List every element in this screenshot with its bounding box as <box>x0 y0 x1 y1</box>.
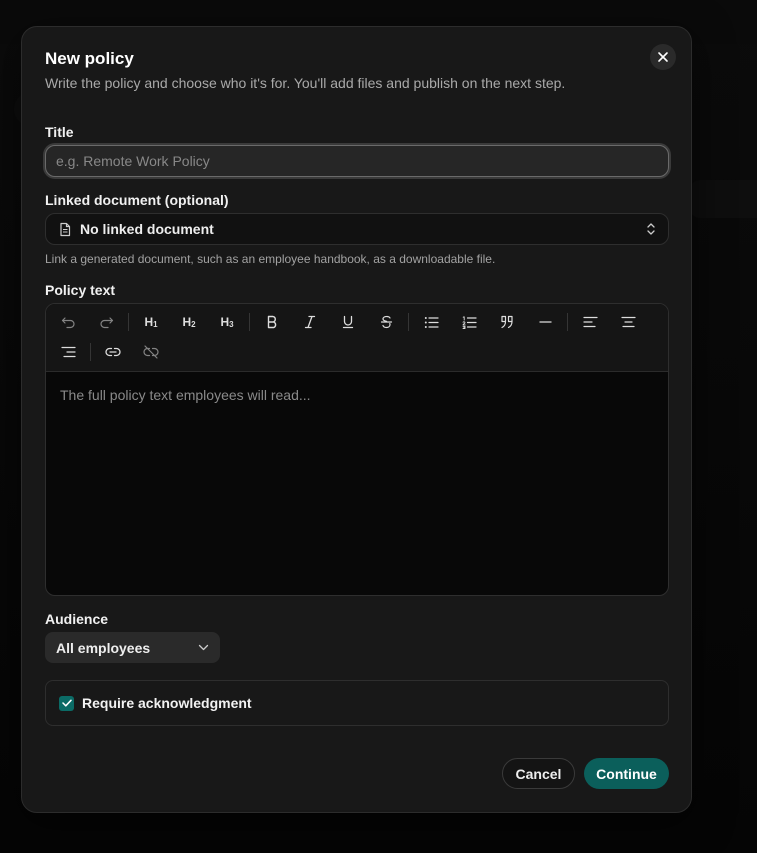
heading-2-button[interactable]: H2 <box>176 310 202 334</box>
heading-1-label: H1 <box>144 315 158 329</box>
strikethrough-button[interactable] <box>373 310 399 334</box>
new-policy-dialog: New policy Write the policy and choose w… <box>21 26 692 813</box>
link-icon <box>105 347 121 357</box>
heading-3-label: H3 <box>220 315 234 329</box>
dialog-title: New policy <box>45 49 134 68</box>
align-center-button[interactable] <box>615 310 641 334</box>
require-acknowledgment-label: Require acknowledgment <box>82 695 252 711</box>
align-right-button[interactable] <box>55 340 81 364</box>
unlink-button[interactable] <box>138 340 164 364</box>
audience-select[interactable]: All employees <box>45 632 220 663</box>
dialog-subtitle: Write the policy and choose who it's for… <box>45 75 566 91</box>
toolbar-separator <box>408 313 409 331</box>
acknowledgment-option: Require acknowledgment <box>45 680 669 726</box>
ordered-list-button[interactable] <box>456 310 482 334</box>
bold-icon <box>267 315 277 329</box>
bold-button[interactable] <box>259 310 285 334</box>
align-center-icon <box>620 316 636 328</box>
toolbar-separator <box>249 313 250 331</box>
quote-button[interactable] <box>494 310 520 334</box>
title-label: Title <box>45 124 74 140</box>
linked-document-label: Linked document (optional) <box>45 192 229 208</box>
heading-1-button[interactable]: H1 <box>138 310 164 334</box>
bullet-list-icon <box>424 316 439 328</box>
underline-icon <box>342 315 354 329</box>
toolbar-separator <box>90 343 91 361</box>
redo-icon <box>99 317 113 329</box>
close-button[interactable] <box>650 44 676 70</box>
close-icon <box>658 52 668 62</box>
bullet-list-button[interactable] <box>418 310 444 334</box>
require-acknowledgment-checkbox[interactable] <box>59 695 74 711</box>
horizontal-rule-icon <box>538 321 552 323</box>
unlink-icon <box>143 345 159 359</box>
strikethrough-icon <box>380 315 392 329</box>
horizontal-rule-button[interactable] <box>532 310 558 334</box>
link-button[interactable] <box>100 340 126 364</box>
underline-button[interactable] <box>335 310 361 334</box>
policy-text-editor[interactable]: H1 H2 H3 The full policy text employees … <box>45 303 669 596</box>
toolbar-separator <box>567 313 568 331</box>
undo-button[interactable] <box>55 310 81 334</box>
linked-document-select[interactable]: No linked document <box>45 213 669 245</box>
heading-2-label: H2 <box>182 315 196 329</box>
cancel-button[interactable]: Cancel <box>502 758 575 789</box>
policy-text-placeholder: The full policy text employees will read… <box>60 387 311 403</box>
italic-button[interactable] <box>297 310 323 334</box>
background-element <box>690 180 757 218</box>
align-left-icon <box>582 316 598 328</box>
undo-icon <box>61 317 75 329</box>
audience-label: Audience <box>45 611 109 627</box>
chevron-down-icon <box>198 644 209 651</box>
redo-button[interactable] <box>93 310 119 334</box>
align-left-button[interactable] <box>577 310 603 334</box>
linked-document-hint: Link a generated document, such as an em… <box>45 252 496 266</box>
policy-text-label: Policy text <box>45 282 116 298</box>
check-icon <box>61 699 72 707</box>
ordered-list-icon <box>462 315 477 329</box>
italic-icon <box>304 315 316 329</box>
title-input[interactable] <box>45 145 669 177</box>
continue-button[interactable]: Continue <box>584 758 669 789</box>
heading-3-button[interactable]: H3 <box>214 310 240 334</box>
align-right-icon <box>60 346 76 358</box>
linked-document-value: No linked document <box>80 221 214 237</box>
editor-toolbar: H1 H2 H3 <box>46 304 668 372</box>
chevron-up-down-icon <box>647 223 655 235</box>
document-icon <box>60 222 71 236</box>
audience-value: All employees <box>56 639 151 656</box>
toolbar-separator <box>128 313 129 331</box>
quote-icon <box>500 315 513 329</box>
